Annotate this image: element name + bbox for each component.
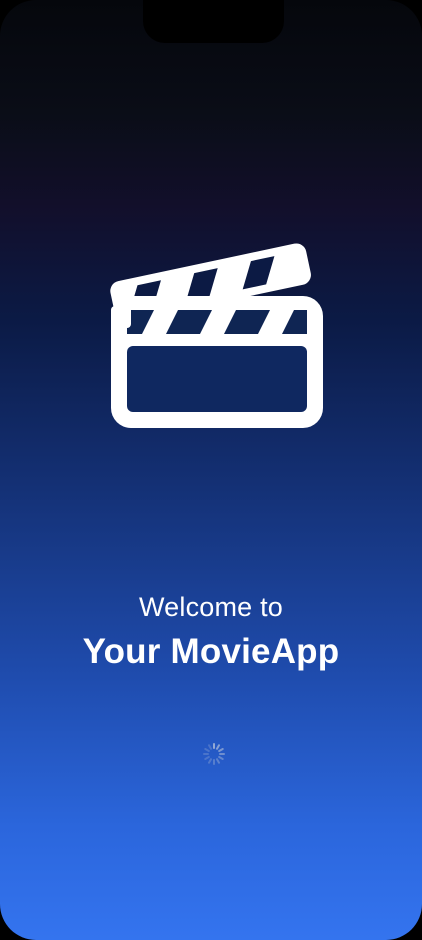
activity-spinner-icon <box>203 743 225 765</box>
splash-screen: Welcome to Your MovieApp <box>0 0 422 940</box>
device-notch <box>143 0 284 43</box>
clapperboard-icon <box>110 243 323 428</box>
app-name-title: Your MovieApp <box>82 632 340 671</box>
welcome-text: Welcome to <box>138 592 284 622</box>
